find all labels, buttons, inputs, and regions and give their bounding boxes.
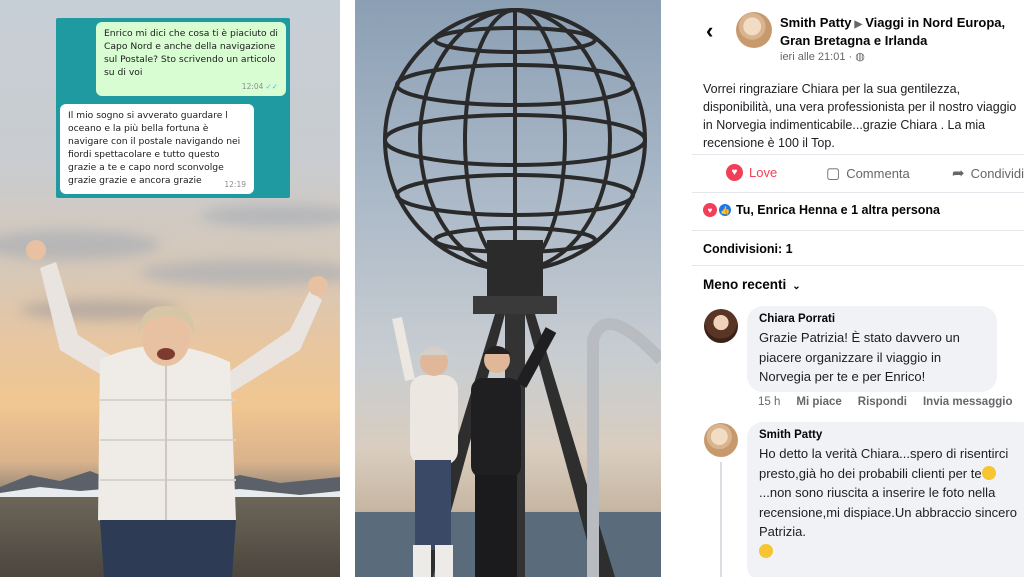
photo-woman-sunset: Enrico mi dici che cosa ti è piaciuto di… bbox=[0, 0, 340, 577]
comment-button[interactable]: ▢ Commenta bbox=[826, 164, 910, 182]
reactions-summary[interactable]: ♥ 👍 Tu, Enrica Henna e 1 altra persona bbox=[703, 203, 940, 217]
chat-bubble-incoming: Il mio sogno si avverato guardare l ocea… bbox=[60, 104, 254, 194]
avatar[interactable] bbox=[704, 423, 738, 457]
collage: Enrico mi dici che cosa ti è piaciuto di… bbox=[0, 0, 1024, 577]
chat-bubble-outgoing: Enrico mi dici che cosa ti è piaciuto di… bbox=[96, 22, 286, 96]
comment-bubble: Smith Patty Ho detto la verità Chiara...… bbox=[747, 422, 1024, 577]
comment-text: Ho detto la verità Chiara...spero di ris… bbox=[759, 444, 1024, 561]
post-body: Vorrei ringraziare Chiara per la sua gen… bbox=[703, 82, 1017, 150]
divider bbox=[692, 154, 1024, 155]
post-time: ieri alle 21:01 · ◍ bbox=[780, 51, 865, 63]
share-icon: ➦ bbox=[952, 165, 965, 182]
like-icon: 👍 bbox=[718, 203, 732, 217]
chevron-down-icon: ⌄ bbox=[792, 281, 801, 292]
chat-outgoing-text: Enrico mi dici che cosa ti è piaciuto di… bbox=[104, 28, 278, 78]
chat-incoming-time: 12:19 bbox=[224, 180, 246, 189]
comment-author[interactable]: Smith Patty bbox=[759, 429, 1024, 441]
caret-right-icon: ▶ bbox=[854, 19, 863, 30]
divider bbox=[692, 230, 1024, 231]
share-button[interactable]: ➦ Condividi bbox=[952, 164, 1024, 182]
chat-outgoing-time: 12:04 ✓✓ bbox=[241, 82, 278, 91]
comment-sort-dropdown[interactable]: Meno recenti ⌄ bbox=[703, 277, 801, 292]
heart-icon: ♥ bbox=[726, 164, 743, 181]
grin-emoji-icon bbox=[981, 465, 996, 480]
avatar[interactable] bbox=[704, 309, 738, 343]
comment-icon: ▢ bbox=[826, 165, 841, 182]
heart-icon: ♥ bbox=[703, 203, 717, 217]
comment-text: Grazie Patrizia! È stato davvero un piac… bbox=[759, 330, 960, 384]
author-name[interactable]: Smith Patty bbox=[780, 15, 852, 30]
post-header: Smith Patty ▶ Viaggi in Nord Europa, Gran … bbox=[780, 15, 1020, 49]
chat-incoming-text: Il mio sogno si avverato guardare l ocea… bbox=[68, 110, 241, 186]
like-link[interactable]: Mi piace bbox=[796, 396, 841, 408]
globe-icon: ◍ bbox=[855, 51, 865, 63]
divider bbox=[692, 192, 1024, 193]
comment-bubble: Chiara Porrati Grazie Patrizia! È stato … bbox=[747, 306, 997, 392]
thread-line bbox=[720, 462, 722, 577]
divider bbox=[692, 265, 1024, 266]
shares-count[interactable]: Condivisioni: 1 bbox=[703, 242, 793, 256]
comment-time: 15 h bbox=[758, 396, 781, 408]
whatsapp-screenshot: Enrico mi dici che cosa ti è piaciuto di… bbox=[56, 18, 290, 198]
send-message-link[interactable]: Invia messaggio bbox=[923, 396, 1012, 408]
reply-link[interactable]: Rispondi bbox=[858, 396, 907, 408]
back-arrow-icon[interactable]: ‹ bbox=[706, 18, 713, 44]
comment-meta: 15 h Mi piace Rispondi Invia messaggio bbox=[758, 396, 1012, 408]
globe-monument-graphic bbox=[355, 8, 661, 577]
photo-globe-monument bbox=[355, 0, 661, 577]
read-ticks-icon: ✓✓ bbox=[265, 82, 278, 91]
kiss-emoji-icon bbox=[759, 543, 773, 558]
facebook-post: ‹ Smith Patty ▶ Viaggi in Nord Europa, Gra… bbox=[692, 0, 1024, 577]
comment-author[interactable]: Chiara Porrati bbox=[759, 313, 985, 325]
love-button[interactable]: ♥ Love bbox=[726, 164, 777, 181]
avatar[interactable] bbox=[736, 12, 772, 48]
